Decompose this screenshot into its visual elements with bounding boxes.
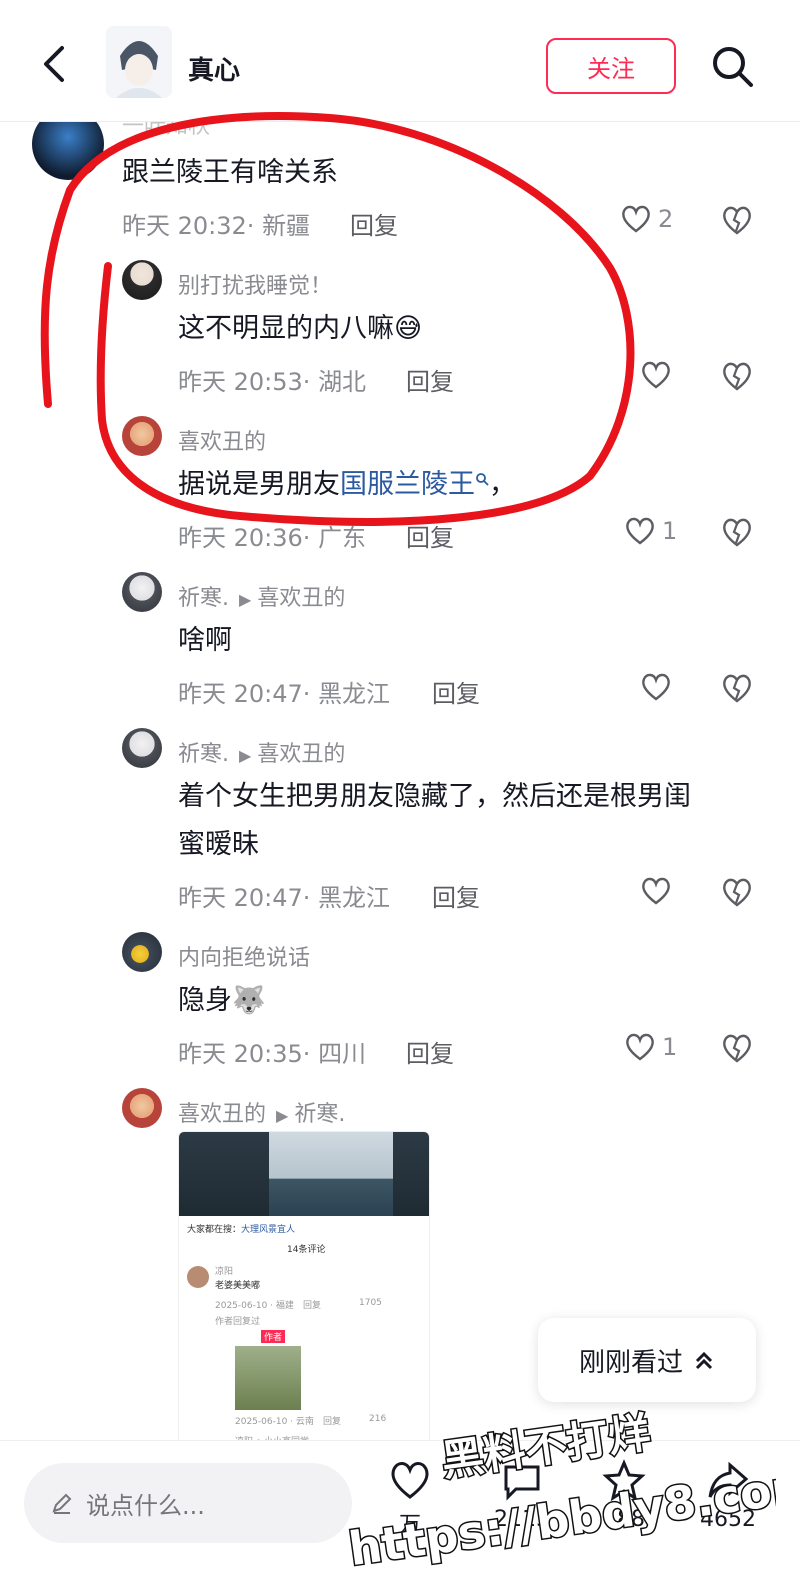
follow-button[interactable]: 关注 (546, 38, 676, 94)
reply-avatar[interactable] (122, 416, 162, 456)
heart-icon (391, 1462, 429, 1499)
dislike-icon[interactable] (720, 204, 754, 236)
comment-username[interactable]: 喜欢丑的 (178, 424, 266, 456)
reply-button[interactable]: 回复 (406, 362, 454, 397)
double-chevron-up-icon (695, 1351, 713, 1370)
favorite-action[interactable]: 488 (602, 1459, 646, 1532)
like-button[interactable] (640, 876, 672, 906)
reply-avatar[interactable] (122, 932, 162, 972)
emoji: 😅 (394, 313, 423, 344)
heart-icon (642, 673, 670, 701)
comment-text: 着个女生把男朋友隐藏了，然后还是根男闺 (178, 781, 691, 812)
reply-avatar[interactable] (122, 728, 162, 768)
like-count: 2 (658, 205, 674, 233)
like-button[interactable]: 2 (620, 204, 673, 234)
comment-text: 这不明显的内八嘛😅 (178, 313, 423, 344)
comment-count: 2113 (494, 1507, 550, 1532)
comment-username[interactable]: 喜欢丑的 ▶ 祈寒. (178, 1096, 345, 1128)
comment-username[interactable]: 祈寒. ▶ 喜欢丑的 (178, 736, 345, 768)
comment-meta: 昨天 20:36· 广东 (178, 524, 367, 552)
dislike-icon[interactable] (720, 1032, 754, 1064)
search-icon (476, 473, 489, 486)
favorite-count: 488 (603, 1507, 645, 1532)
comment-meta: 昨天 20:53· 湖北 (178, 368, 367, 396)
input-placeholder: 说点什么... (86, 1491, 205, 1520)
reply-avatar[interactable] (122, 260, 162, 300)
like-action[interactable]: 万 (388, 1459, 432, 1539)
emoji: 🐺 (232, 985, 266, 1016)
reply-button[interactable]: 回复 (406, 518, 454, 553)
profile-name: 真心 (188, 56, 241, 86)
dislike-icon[interactable] (720, 876, 754, 908)
reply-avatar[interactable] (122, 572, 162, 612)
comment-meta: 昨天 20:32· 新疆 (122, 212, 311, 240)
heart-icon (642, 361, 670, 389)
comment-meta: 昨天 20:47· 黑龙江 (178, 680, 391, 708)
comment-action[interactable]: 2113 (494, 1459, 550, 1532)
reply-button[interactable]: 回复 (432, 878, 480, 913)
dislike-icon[interactable] (720, 360, 754, 392)
heart-icon (622, 205, 650, 233)
search-icon[interactable] (710, 44, 754, 88)
reply-arrow-icon: ▶ (239, 590, 252, 609)
reply-button[interactable]: 回复 (432, 674, 480, 709)
bottom-bar: 说点什么... 万 2113 488 4652 (0, 1440, 800, 1592)
comment-meta: 昨天 20:35· 四川 (178, 1040, 367, 1068)
heart-icon (626, 1033, 654, 1061)
reply-button[interactable]: 回复 (406, 1034, 454, 1069)
search-link[interactable]: 国服兰陵王 (340, 469, 475, 500)
star-icon (602, 1459, 646, 1501)
reply-avatar[interactable] (122, 1088, 162, 1128)
comment-text: 跟兰陵王有啥关系 (122, 157, 338, 188)
comment-image[interactable]: 大家都在搜：大理风景宜人 14条评论 凉阳 老婆美美嘟 2025-06-10 ·… (178, 1131, 430, 1451)
like-button[interactable]: 1 (624, 1032, 677, 1062)
like-count: 1 (662, 1033, 678, 1061)
like-button[interactable] (640, 672, 672, 702)
heart-icon (642, 877, 670, 905)
recently-viewed-label: 刚刚看过 (578, 1347, 683, 1378)
comment-text: 据说是男朋友国服兰陵王， (178, 469, 516, 500)
recently-viewed-button[interactable]: 刚刚看过 (538, 1318, 756, 1402)
reply-arrow-icon: ▶ (276, 1106, 289, 1125)
like-count-partial: 万 (398, 1513, 421, 1538)
comment-username[interactable]: 内向拒绝说话 (178, 940, 310, 972)
share-action[interactable]: 4652 (700, 1459, 756, 1532)
comment-username[interactable]: 祈寒. ▶ 喜欢丑的 (178, 580, 345, 612)
dislike-icon[interactable] (720, 516, 754, 548)
share-count: 4652 (700, 1507, 756, 1532)
like-button[interactable]: 1 (624, 516, 677, 546)
back-arrow-icon[interactable] (36, 44, 72, 84)
comment-text: 啥啊 (178, 625, 232, 656)
profile-avatar[interactable] (106, 26, 172, 98)
comment-text: 隐身🐺 (178, 985, 266, 1016)
pencil-icon (52, 1493, 72, 1514)
top-bar: 真心 关注 (0, 0, 800, 122)
comment-icon (504, 1465, 540, 1501)
reply-arrow-icon: ▶ (239, 746, 252, 765)
dislike-icon[interactable] (720, 672, 754, 704)
share-icon (708, 1461, 749, 1498)
like-button[interactable] (640, 360, 672, 390)
like-count: 1 (662, 517, 678, 545)
reply-button[interactable]: 回复 (350, 206, 398, 241)
comment-username[interactable]: 别打扰我睡觉！ (178, 268, 332, 300)
comment-meta: 昨天 20:47· 黑龙江 (178, 884, 391, 912)
heart-icon (626, 517, 654, 545)
comment-text: 蜜暧昧 (178, 829, 259, 860)
comment-input[interactable]: 说点什么... (24, 1463, 352, 1543)
